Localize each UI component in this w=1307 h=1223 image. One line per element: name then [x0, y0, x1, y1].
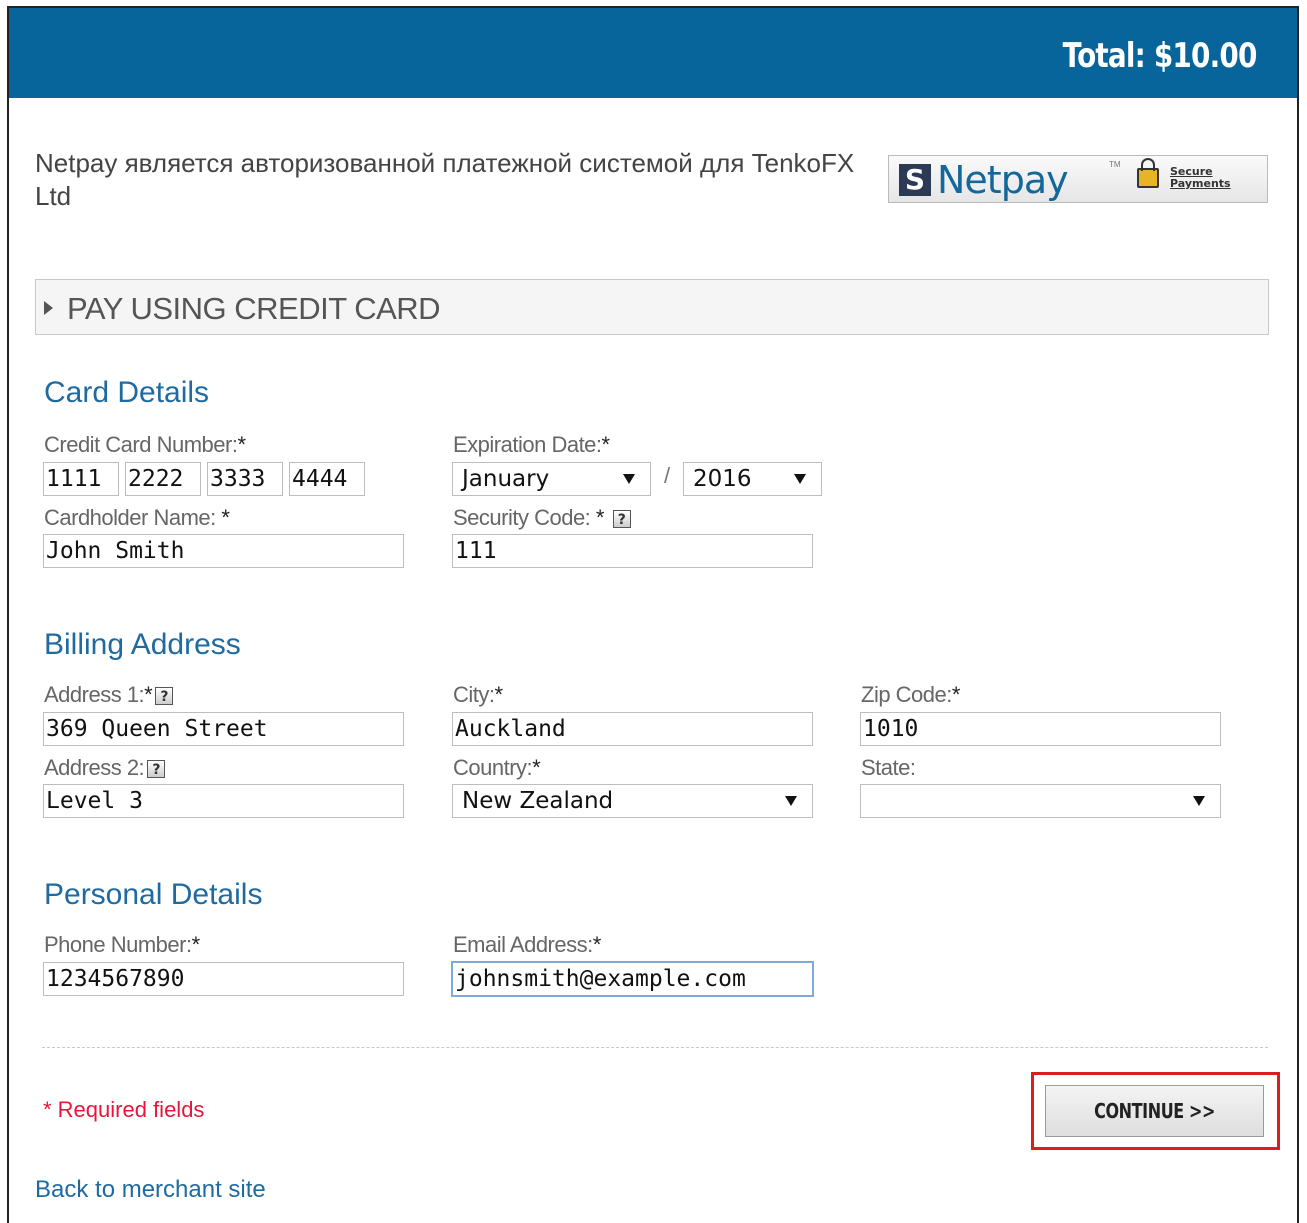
help-icon[interactable]: ? [147, 760, 166, 779]
personal-details-heading: Personal Details [44, 878, 263, 911]
card-details-heading: Card Details [44, 376, 210, 409]
chevron-down-icon [794, 474, 806, 484]
country-label: Country:* [453, 755, 541, 780]
zip-code-input[interactable]: 1010 [860, 712, 1221, 746]
phone-number-label: Phone Number:* [44, 932, 200, 957]
order-total: Total: $10.00 [1063, 36, 1258, 76]
address2-label: Address 2:? [44, 755, 166, 781]
header-bar: Total: $10.00 [9, 8, 1297, 98]
phone-number-input[interactable]: 1234567890 [43, 962, 404, 996]
expiration-month-select[interactable]: January [452, 462, 651, 496]
required-fields-note: * Required fields [43, 1097, 205, 1122]
netpay-logo-mark: S [899, 164, 931, 196]
card-number-part-1[interactable]: 1111 [43, 462, 119, 496]
card-number-label: Credit Card Number:* [44, 432, 246, 457]
expand-triangle-icon [44, 301, 53, 315]
netpay-logo-text: Netpay [937, 158, 1069, 202]
card-number-part-4[interactable]: 4444 [289, 462, 365, 496]
pay-credit-card-toggle[interactable]: PAY USING CREDIT CARD [35, 279, 1269, 335]
chevron-down-icon [623, 474, 635, 484]
card-number-part-2[interactable]: 2222 [125, 462, 201, 496]
billing-address-heading: Billing Address [44, 628, 241, 661]
help-icon[interactable]: ? [612, 510, 631, 529]
expiration-separator: / [664, 463, 671, 488]
card-number-part-3[interactable]: 3333 [207, 462, 283, 496]
netpay-secure-badge: S Netpay TM Secure Payments [888, 155, 1268, 203]
chevron-down-icon [1193, 796, 1205, 806]
section-divider [42, 1047, 1268, 1048]
address1-input[interactable]: 369 Queen Street [43, 712, 404, 746]
continue-button[interactable]: CONTINUE >> [1045, 1085, 1264, 1137]
secure-payments-label: Secure Payments [1170, 165, 1231, 190]
security-code-input[interactable]: 111 [452, 534, 813, 568]
back-to-merchant-link[interactable]: Back to merchant site [35, 1176, 266, 1204]
city-input[interactable]: Auckland [452, 712, 813, 746]
city-label: City:* [453, 682, 503, 707]
address2-input[interactable]: Level 3 [43, 784, 404, 818]
help-icon[interactable]: ? [155, 687, 174, 706]
state-label: State: [861, 755, 916, 780]
country-select[interactable]: New Zealand [452, 784, 813, 818]
expiration-date-label: Expiration Date:* [453, 432, 610, 457]
cardholder-name-input[interactable]: John Smith [43, 534, 404, 568]
expiration-year-select[interactable]: 2016 [683, 462, 822, 496]
pay-credit-card-label: PAY USING CREDIT CARD [67, 291, 441, 326]
email-address-input[interactable]: johnsmith@example.com [451, 961, 814, 997]
state-select[interactable] [860, 784, 1221, 818]
email-address-label: Email Address:* [453, 932, 601, 957]
merchant-intro-text: Netpay является авторизованной платежной… [35, 148, 855, 211]
address1-label: Address 1:*? [44, 682, 174, 708]
zip-code-label: Zip Code:* [861, 682, 960, 707]
padlock-icon [1137, 158, 1159, 188]
security-code-label: Security Code: * ? [453, 505, 631, 531]
trademark-mark: TM [1109, 160, 1121, 169]
cardholder-name-label: Cardholder Name: * [44, 505, 230, 530]
chevron-down-icon [785, 796, 797, 806]
